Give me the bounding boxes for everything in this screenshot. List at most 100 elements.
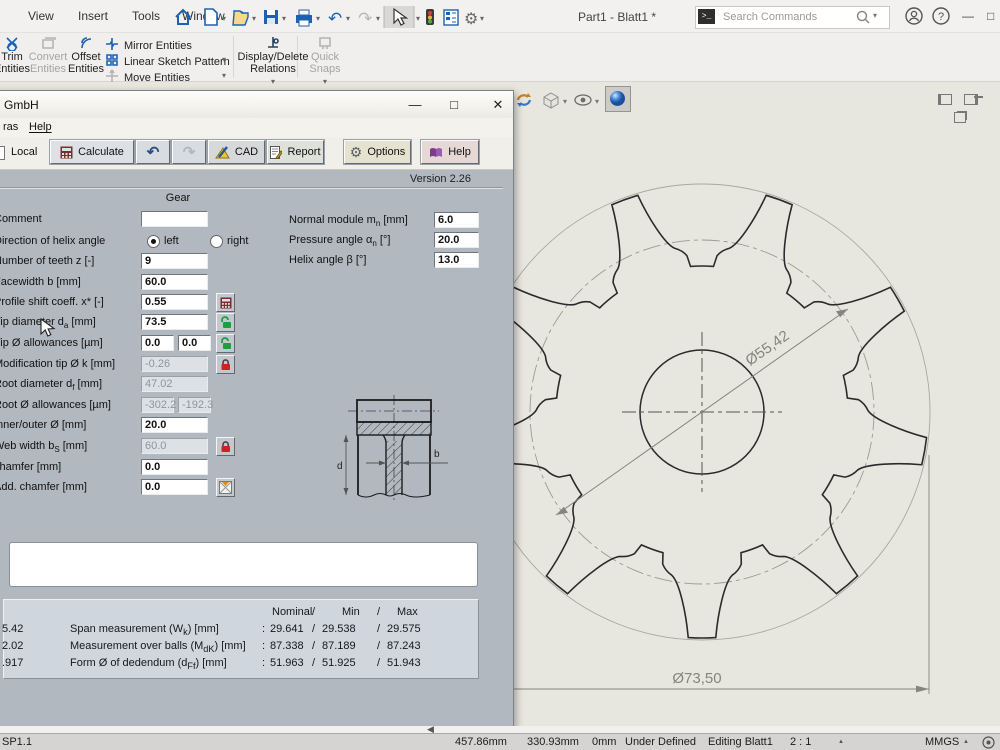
dialog-menu-help[interactable]: Help (29, 121, 52, 133)
bottom-strip (0, 726, 1000, 733)
chevron-down-icon[interactable]: ▾ (236, 76, 310, 88)
field-input[interactable]: 0.0 (141, 335, 174, 351)
hide-show-icon[interactable] (574, 92, 592, 108)
status-editing[interactable]: Editing Blatt1 (708, 736, 773, 748)
minimize-icon[interactable]: — (962, 9, 974, 23)
options-button[interactable]: ⚙Options (344, 140, 411, 164)
caret-up-icon[interactable]: ▲ (963, 739, 969, 745)
dialog-menu-extras[interactable]: ras (3, 121, 18, 133)
field-input: -192.3 (178, 397, 211, 413)
undo-button[interactable]: ↶ (136, 140, 170, 164)
bs-dimension-label: bs (434, 449, 440, 460)
cad-button[interactable]: CAD (208, 140, 265, 164)
lock-closed-icon[interactable] (216, 437, 235, 456)
rebuild-icon[interactable] (514, 90, 534, 110)
calculate-button[interactable]: Calculate (50, 140, 134, 164)
field-input[interactable]: 60.0 (141, 274, 208, 290)
result-left-value: 5.42 (2, 623, 23, 635)
field-input[interactable]: 13.0 (434, 252, 479, 268)
pane-left-icon[interactable] (938, 94, 952, 105)
menu-insert[interactable]: Insert (78, 9, 108, 23)
search-icon[interactable] (856, 10, 870, 24)
dialog-close-icon[interactable]: ✕ (487, 97, 509, 113)
field-input[interactable]: 20.0 (141, 417, 208, 433)
chamfer-icon[interactable] (216, 478, 235, 497)
search-input[interactable]: Search Commands (723, 11, 817, 23)
cmd-quick-snaps-button: QuickSnaps▾ (300, 35, 350, 88)
chevron-down-icon[interactable]: ▾ (595, 97, 599, 106)
calculator-small-icon[interactable] (216, 293, 235, 312)
result-value: 29.641 (270, 623, 304, 635)
field-input[interactable]: 73.5 (141, 314, 208, 330)
helix-right-radio[interactable] (210, 235, 223, 248)
dialog-minimize-icon[interactable]: — (404, 97, 426, 112)
result-value: / (377, 657, 380, 669)
status-z: 0mm (592, 736, 616, 748)
cmd-relations-button[interactable]: Display/DeleteRelations▾ (236, 35, 310, 88)
options-icon: ⚙ (350, 144, 363, 161)
result-value: 87.243 (387, 640, 421, 652)
lock-closed-icon[interactable] (216, 355, 235, 374)
status-x: 457.86mm (455, 736, 507, 748)
result-value: : (262, 623, 265, 635)
radio-dot (151, 239, 156, 244)
chevron-down-icon[interactable]: ▾ (222, 55, 226, 64)
quick-toolbar-icons: ▾ ▾ ▾ ▾ ↶ ▾ ↷ ▾ ▾ ⚙ ▾ (168, 6, 488, 28)
gear-icon: ⚙ (464, 11, 478, 28)
dialog-maximize-icon[interactable]: □ (443, 97, 465, 112)
status-scale[interactable]: 2 : 1 (790, 736, 811, 748)
minimize-doc-icon[interactable] (974, 96, 983, 98)
field-label: Normal module mn [mm] (289, 214, 408, 228)
redo-button[interactable]: ↷ (172, 140, 206, 164)
report-button[interactable]: Report (267, 140, 324, 164)
caret-up-icon[interactable]: ▲ (838, 739, 844, 745)
field-input[interactable] (141, 211, 208, 227)
result-value: 29.575 (387, 623, 421, 635)
top-menu-bar: View Insert Tools Window ▾ ▾ ▾ ▾ ↶ ▾ ↷ ▾… (0, 0, 1000, 33)
view-orientation-icon[interactable] (542, 91, 560, 109)
dialog-menu-bar: ras Help (0, 118, 513, 137)
cmd-mirror-button[interactable]: Mirror Entities (104, 36, 192, 52)
dialog-title-bar[interactable]: GmbH — □ ✕ (0, 91, 513, 119)
result-value: / (312, 640, 315, 652)
lock-open-icon[interactable] (216, 334, 235, 353)
display-style-button[interactable] (605, 86, 631, 112)
field-input[interactable]: 9 (141, 253, 208, 269)
helix-left-radio[interactable] (147, 235, 160, 248)
restore-doc-icon[interactable] (954, 112, 966, 123)
cad-button-label: CAD (235, 146, 258, 158)
cmd-linear-pattern-button[interactable]: Linear Sketch Pattern (104, 52, 230, 68)
menu-tools[interactable]: Tools (132, 9, 160, 23)
search-commands-box[interactable]: >_ Search Commands ▾ (695, 6, 890, 29)
status-tab-icon[interactable] (982, 736, 995, 749)
field-input[interactable]: 0.0 (141, 479, 208, 495)
lock-open-icon[interactable] (216, 313, 235, 332)
user-account-icon[interactable] (905, 7, 923, 25)
help-icon[interactable]: ? (932, 7, 950, 25)
field-input[interactable]: 20.0 (434, 232, 479, 248)
dimension-tip-diameter: Ø73,50 (672, 670, 721, 687)
local-checkbox[interactable] (0, 146, 5, 160)
field-input[interactable]: 0.55 (141, 294, 208, 310)
status-y: 330.93mm (527, 736, 579, 748)
menu-view[interactable]: View (28, 9, 54, 23)
window-title: Part1 - Blatt1 * (578, 10, 656, 24)
field-input[interactable]: 6.0 (434, 212, 479, 228)
status-units[interactable]: MMGS (925, 736, 959, 748)
chevron-down-icon: ▾ (252, 14, 256, 23)
cmd-offset-button[interactable]: OffsetEntities (62, 35, 110, 75)
chevron-down-icon[interactable]: ▾ (563, 97, 567, 106)
dimension-reference-diameter: Ø55,42 (742, 327, 792, 369)
chevron-down-icon[interactable]: ▾ (222, 71, 226, 80)
chevron-down-icon: ▾ (480, 14, 484, 23)
help-button[interactable]: Help (421, 140, 479, 164)
chevron-down-icon[interactable]: ▾ (873, 11, 877, 20)
status-bar: SP1.1 457.86mm 330.93mm 0mm Under Define… (0, 733, 1000, 750)
field-input: -302.2 (141, 397, 174, 413)
maximize-icon[interactable]: □ (987, 9, 994, 23)
calculator-icon (60, 146, 73, 159)
field-input[interactable]: 0.0 (178, 335, 211, 351)
chevron-down-icon[interactable]: ▾ (300, 76, 350, 88)
field-input[interactable]: 0.0 (141, 459, 208, 475)
new-file-icon (205, 9, 217, 25)
